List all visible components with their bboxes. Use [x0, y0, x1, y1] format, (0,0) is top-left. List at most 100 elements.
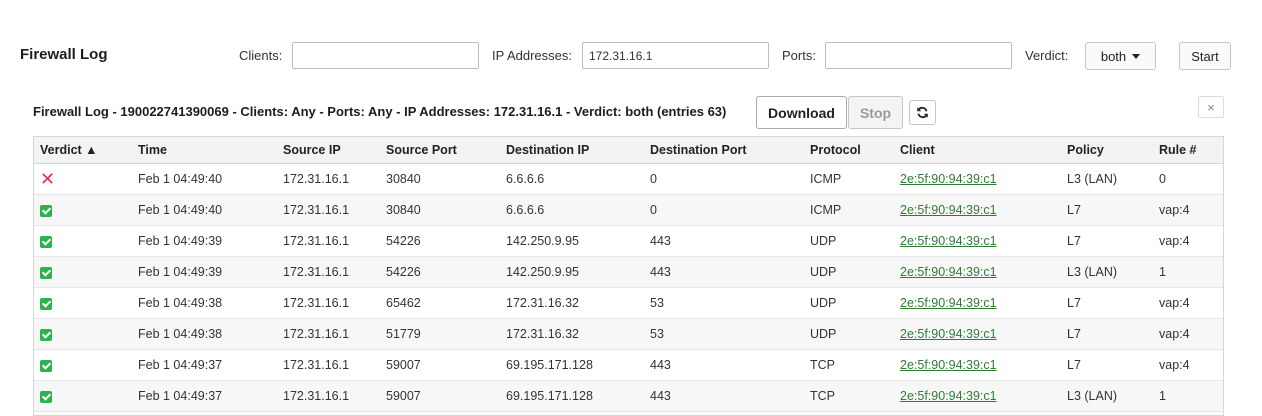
destination-ip-cell: 172.31.16.32: [500, 318, 644, 350]
client-link[interactable]: 2e:5f:90:94:39:c1: [900, 327, 997, 341]
column-header-destination-ip[interactable]: Destination IP: [500, 137, 644, 164]
policy-cell: L3 (LAN): [1061, 380, 1153, 412]
allow-check-icon: [40, 204, 52, 217]
source-ip-cell: 172.31.16.1: [277, 163, 380, 195]
table-row: Feb 1 04:49:37 172.31.16.1 59007 69.195.171…: [34, 349, 1223, 381]
source-ip-cell: 172.31.16.1: [277, 287, 380, 319]
client-cell: 2e:5f:90:94:39:c1: [894, 225, 1061, 257]
client-link[interactable]: 2e:5f:90:94:39:c1: [900, 358, 997, 372]
source-ip-cell: 172.31.16.1: [277, 318, 380, 350]
download-button[interactable]: Download: [756, 96, 847, 129]
source-port-cell: 54226: [380, 225, 500, 257]
protocol-cell: TCP: [804, 380, 894, 412]
client-link[interactable]: 2e:5f:90:94:39:c1: [900, 265, 997, 279]
refresh-icon: [917, 107, 928, 118]
column-header-time[interactable]: Time: [132, 137, 277, 164]
time-cell: Feb 1 04:49:38: [132, 318, 277, 350]
protocol-cell: ICMP: [804, 163, 894, 195]
rule-cell: 1: [1153, 380, 1223, 412]
table-row: Feb 1 04:49:38 172.31.16.1 51779 172.31.16.…: [34, 318, 1223, 350]
source-port-cell: 30840: [380, 194, 500, 226]
start-button[interactable]: Start: [1179, 42, 1231, 70]
table-row: Feb 1 04:49:39 172.31.16.1 54226 142.250.9.…: [34, 256, 1223, 288]
clients-input[interactable]: [292, 42, 479, 69]
client-cell: 2e:5f:90:94:39:c1: [894, 194, 1061, 226]
verdict-cell: [34, 380, 132, 412]
verdict-cell: [34, 256, 132, 288]
table-row: Feb 1 04:49:37 172.31.16.1 59007 69.195.171…: [34, 380, 1223, 412]
column-header-rule[interactable]: Rule #: [1153, 137, 1223, 164]
time-cell: Feb 1 04:49:38: [132, 287, 277, 319]
column-header-policy[interactable]: Policy: [1061, 137, 1153, 164]
allow-check-icon: [40, 235, 52, 248]
verdict-cell: [34, 225, 132, 257]
ports-label: Ports:: [782, 48, 816, 63]
policy-cell: L3 (LAN): [1061, 163, 1153, 195]
column-header-client[interactable]: Client: [894, 137, 1061, 164]
client-link[interactable]: 2e:5f:90:94:39:c1: [900, 234, 997, 248]
rule-cell: vap:4: [1153, 287, 1223, 319]
destination-port-cell: 0: [644, 194, 804, 226]
table-row: Feb 1 04:49:40 172.31.16.1 30840 6.6.6.6 0 IC…: [34, 194, 1223, 226]
source-ip-cell: 172.31.16.1: [277, 225, 380, 257]
client-cell: 2e:5f:90:94:39:c1: [894, 256, 1061, 288]
table-header-row: Verdict ▲ Time Source IP Source Port Des…: [34, 137, 1223, 164]
clients-label: Clients:: [239, 48, 283, 63]
verdict-dropdown[interactable]: both: [1085, 42, 1156, 70]
verdict-cell: [34, 194, 132, 226]
destination-port-cell: 443: [644, 225, 804, 257]
protocol-cell: ICMP: [804, 194, 894, 226]
protocol-cell: UDP: [804, 256, 894, 288]
policy-cell: L7: [1061, 194, 1153, 226]
destination-port-cell: 443: [644, 256, 804, 288]
destination-ip-cell: 69.195.171.128: [500, 349, 644, 381]
verdict-cell: [34, 349, 132, 381]
column-header-source-port[interactable]: Source Port: [380, 137, 500, 164]
source-port-cell: 59007: [380, 349, 500, 381]
verdict-cell: [34, 287, 132, 319]
destination-ip-cell: 69.195.171.128: [500, 380, 644, 412]
rule-cell: vap:4: [1153, 225, 1223, 257]
time-cell: Feb 1 04:49:37: [132, 349, 277, 381]
ports-input[interactable]: [825, 42, 1012, 69]
log-summary: Firewall Log - 190022741390069 - Clients…: [33, 104, 727, 119]
client-link[interactable]: 2e:5f:90:94:39:c1: [900, 389, 997, 403]
firewall-log-table: Verdict ▲ Time Source IP Source Port Des…: [33, 136, 1224, 416]
column-header-source-ip[interactable]: Source IP: [277, 137, 380, 164]
source-port-cell: 51779: [380, 318, 500, 350]
rule-cell: vap:4: [1153, 349, 1223, 381]
time-cell: Feb 1 04:49:39: [132, 256, 277, 288]
allow-check-icon: [40, 359, 52, 372]
time-cell: Feb 1 04:49:40: [132, 194, 277, 226]
policy-cell: L7: [1061, 287, 1153, 319]
policy-cell: L7: [1061, 225, 1153, 257]
source-ip-cell: 172.31.16.1: [277, 349, 380, 381]
client-cell: 2e:5f:90:94:39:c1: [894, 287, 1061, 319]
rule-cell: 1: [1153, 256, 1223, 288]
client-link[interactable]: 2e:5f:90:94:39:c1: [900, 296, 997, 310]
protocol-cell: UDP: [804, 318, 894, 350]
client-link[interactable]: 2e:5f:90:94:39:c1: [900, 203, 997, 217]
column-header-verdict[interactable]: Verdict ▲: [34, 137, 132, 164]
client-cell: 2e:5f:90:94:39:c1: [894, 380, 1061, 412]
column-header-destination-port[interactable]: Destination Port: [644, 137, 804, 164]
allow-check-icon: [40, 390, 52, 403]
deny-x-icon: ✕: [40, 169, 56, 189]
stop-button[interactable]: Stop: [848, 96, 903, 129]
ip-addresses-input[interactable]: [582, 42, 769, 69]
client-link[interactable]: 2e:5f:90:94:39:c1: [900, 172, 997, 186]
table-row: Feb 1 04:49:39 172.31.16.1 54226 142.250.9.…: [34, 225, 1223, 257]
column-header-protocol[interactable]: Protocol: [804, 137, 894, 164]
rule-cell: vap:4: [1153, 194, 1223, 226]
client-cell: 2e:5f:90:94:39:c1: [894, 163, 1061, 195]
allow-check-icon: [40, 266, 52, 279]
close-log-button[interactable]: ×: [1198, 96, 1224, 118]
time-cell: Feb 1 04:49:40: [132, 163, 277, 195]
destination-ip-cell: 6.6.6.6: [500, 163, 644, 195]
verdict-cell: ✕: [34, 163, 132, 195]
refresh-button[interactable]: [909, 100, 936, 125]
destination-port-cell: 53: [644, 318, 804, 350]
source-ip-cell: 172.31.16.1: [277, 194, 380, 226]
policy-cell: L3 (LAN): [1061, 256, 1153, 288]
source-ip-cell: 172.31.16.1: [277, 380, 380, 412]
